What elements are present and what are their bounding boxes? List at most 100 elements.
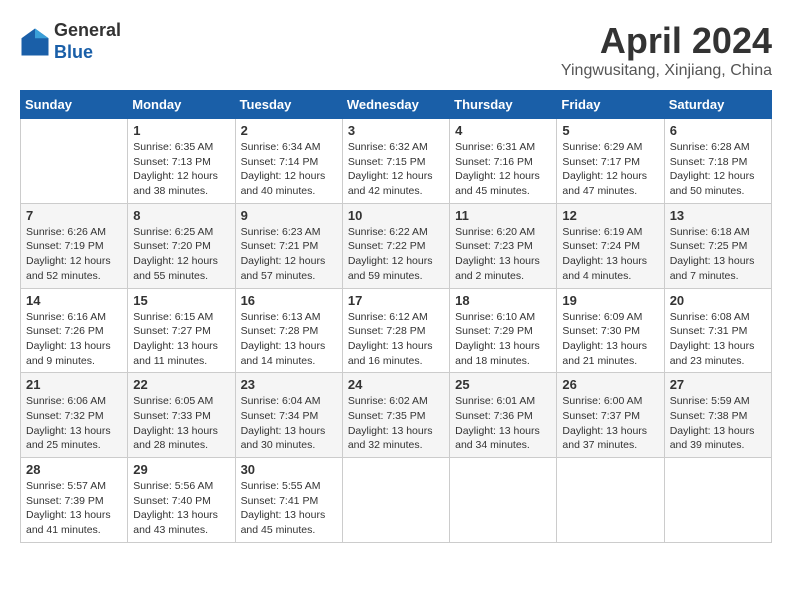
day-number: 13 bbox=[670, 208, 766, 223]
calendar-cell: 25 Sunrise: 6:01 AMSunset: 7:36 PMDayligh… bbox=[450, 373, 557, 458]
day-number: 20 bbox=[670, 293, 766, 308]
day-number: 7 bbox=[26, 208, 122, 223]
calendar-cell: 8 Sunrise: 6:25 AMSunset: 7:20 PMDaylight… bbox=[128, 203, 235, 288]
day-number: 22 bbox=[133, 377, 229, 392]
day-number: 17 bbox=[348, 293, 444, 308]
day-info: Sunrise: 6:31 AMSunset: 7:16 PMDaylight:… bbox=[455, 140, 551, 199]
calendar-cell: 1 Sunrise: 6:35 AMSunset: 7:13 PMDaylight… bbox=[128, 119, 235, 204]
day-number: 25 bbox=[455, 377, 551, 392]
calendar-cell: 3Sunrise: 6:32 AMSunset: 7:15 PMDaylight… bbox=[342, 119, 449, 204]
calendar-cell: 4 Sunrise: 6:31 AMSunset: 7:16 PMDaylight… bbox=[450, 119, 557, 204]
calendar-cell: 10 Sunrise: 6:22 AMSunset: 7:22 PMDayligh… bbox=[342, 203, 449, 288]
calendar-cell bbox=[21, 119, 128, 204]
calendar-cell: 13 Sunrise: 6:18 AMSunset: 7:25 PMDayligh… bbox=[664, 203, 771, 288]
day-number: 12 bbox=[562, 208, 658, 223]
calendar-cell: 28Sunrise: 5:57 AMSunset: 7:39 PMDayligh… bbox=[21, 458, 128, 543]
month-title: April 2024 bbox=[561, 20, 772, 62]
day-info: Sunrise: 6:12 AMSunset: 7:28 PMDaylight:… bbox=[348, 310, 444, 369]
calendar-header-row: SundayMondayTuesdayWednesdayThursdayFrid… bbox=[21, 91, 772, 119]
day-number: 10 bbox=[348, 208, 444, 223]
calendar-week-row: 14Sunrise: 6:16 AMSunset: 7:26 PMDayligh… bbox=[21, 288, 772, 373]
day-info: Sunrise: 6:01 AMSunset: 7:36 PMDaylight:… bbox=[455, 394, 551, 453]
title-section: April 2024 Yingwusitang, Xinjiang, China bbox=[561, 20, 772, 80]
day-info: Sunrise: 6:28 AMSunset: 7:18 PMDaylight:… bbox=[670, 140, 766, 199]
calendar-cell bbox=[557, 458, 664, 543]
calendar-cell: 26 Sunrise: 6:00 AMSunset: 7:37 PMDayligh… bbox=[557, 373, 664, 458]
calendar-cell: 16Sunrise: 6:13 AMSunset: 7:28 PMDayligh… bbox=[235, 288, 342, 373]
calendar-week-row: 7Sunrise: 6:26 AMSunset: 7:19 PMDaylight… bbox=[21, 203, 772, 288]
calendar-cell bbox=[664, 458, 771, 543]
logo: General Blue bbox=[20, 20, 121, 63]
calendar-cell: 9 Sunrise: 6:23 AMSunset: 7:21 PMDaylight… bbox=[235, 203, 342, 288]
calendar-week-row: 21 Sunrise: 6:06 AMSunset: 7:32 PMDayligh… bbox=[21, 373, 772, 458]
calendar-day-header: Saturday bbox=[664, 91, 771, 119]
calendar-cell: 11Sunrise: 6:20 AMSunset: 7:23 PMDayligh… bbox=[450, 203, 557, 288]
day-number: 23 bbox=[241, 377, 337, 392]
page-header: General Blue April 2024 Yingwusitang, Xi… bbox=[20, 20, 772, 80]
day-info: Sunrise: 6:02 AMSunset: 7:35 PMDaylight:… bbox=[348, 394, 444, 453]
day-info: Sunrise: 6:04 AMSunset: 7:34 PMDaylight:… bbox=[241, 394, 337, 453]
day-info: Sunrise: 6:25 AMSunset: 7:20 PMDaylight:… bbox=[133, 225, 229, 284]
calendar-day-header: Monday bbox=[128, 91, 235, 119]
day-info: Sunrise: 5:56 AMSunset: 7:40 PMDaylight:… bbox=[133, 479, 229, 538]
calendar-cell: 18 Sunrise: 6:10 AMSunset: 7:29 PMDayligh… bbox=[450, 288, 557, 373]
day-number: 9 bbox=[241, 208, 337, 223]
day-info: Sunrise: 6:10 AMSunset: 7:29 PMDaylight:… bbox=[455, 310, 551, 369]
calendar-cell: 7Sunrise: 6:26 AMSunset: 7:19 PMDaylight… bbox=[21, 203, 128, 288]
calendar-cell: 15 Sunrise: 6:15 AMSunset: 7:27 PMDayligh… bbox=[128, 288, 235, 373]
calendar-week-row: 28Sunrise: 5:57 AMSunset: 7:39 PMDayligh… bbox=[21, 458, 772, 543]
calendar-table: SundayMondayTuesdayWednesdayThursdayFrid… bbox=[20, 90, 772, 543]
day-number: 24 bbox=[348, 377, 444, 392]
day-number: 6 bbox=[670, 123, 766, 138]
day-info: Sunrise: 6:05 AMSunset: 7:33 PMDaylight:… bbox=[133, 394, 229, 453]
day-info: Sunrise: 6:22 AMSunset: 7:22 PMDaylight:… bbox=[348, 225, 444, 284]
calendar-cell: 2Sunrise: 6:34 AMSunset: 7:14 PMDaylight… bbox=[235, 119, 342, 204]
day-info: Sunrise: 6:23 AMSunset: 7:21 PMDaylight:… bbox=[241, 225, 337, 284]
day-number: 3 bbox=[348, 123, 444, 138]
day-info: Sunrise: 6:19 AMSunset: 7:24 PMDaylight:… bbox=[562, 225, 658, 284]
calendar-cell: 21 Sunrise: 6:06 AMSunset: 7:32 PMDayligh… bbox=[21, 373, 128, 458]
day-info: Sunrise: 5:55 AMSunset: 7:41 PMDaylight:… bbox=[241, 479, 337, 538]
calendar-day-header: Tuesday bbox=[235, 91, 342, 119]
calendar-cell: 23 Sunrise: 6:04 AMSunset: 7:34 PMDayligh… bbox=[235, 373, 342, 458]
calendar-cell: 19Sunrise: 6:09 AMSunset: 7:30 PMDayligh… bbox=[557, 288, 664, 373]
day-info: Sunrise: 6:29 AMSunset: 7:17 PMDaylight:… bbox=[562, 140, 658, 199]
day-number: 4 bbox=[455, 123, 551, 138]
day-number: 21 bbox=[26, 377, 122, 392]
day-info: Sunrise: 6:20 AMSunset: 7:23 PMDaylight:… bbox=[455, 225, 551, 284]
calendar-cell bbox=[342, 458, 449, 543]
day-number: 8 bbox=[133, 208, 229, 223]
calendar-cell: 17 Sunrise: 6:12 AMSunset: 7:28 PMDayligh… bbox=[342, 288, 449, 373]
day-info: Sunrise: 6:18 AMSunset: 7:25 PMDaylight:… bbox=[670, 225, 766, 284]
day-info: Sunrise: 6:34 AMSunset: 7:14 PMDaylight:… bbox=[241, 140, 337, 199]
day-number: 27 bbox=[670, 377, 766, 392]
day-number: 26 bbox=[562, 377, 658, 392]
day-info: Sunrise: 6:15 AMSunset: 7:27 PMDaylight:… bbox=[133, 310, 229, 369]
day-number: 1 bbox=[133, 123, 229, 138]
calendar-day-header: Wednesday bbox=[342, 91, 449, 119]
logo-icon bbox=[20, 27, 50, 57]
day-info: Sunrise: 6:08 AMSunset: 7:31 PMDaylight:… bbox=[670, 310, 766, 369]
logo-text: General Blue bbox=[54, 20, 121, 63]
calendar-cell: 14Sunrise: 6:16 AMSunset: 7:26 PMDayligh… bbox=[21, 288, 128, 373]
day-info: Sunrise: 6:06 AMSunset: 7:32 PMDaylight:… bbox=[26, 394, 122, 453]
calendar-cell: 12 Sunrise: 6:19 AMSunset: 7:24 PMDayligh… bbox=[557, 203, 664, 288]
day-info: Sunrise: 6:16 AMSunset: 7:26 PMDaylight:… bbox=[26, 310, 122, 369]
calendar-cell: 30Sunrise: 5:55 AMSunset: 7:41 PMDayligh… bbox=[235, 458, 342, 543]
day-info: Sunrise: 6:09 AMSunset: 7:30 PMDaylight:… bbox=[562, 310, 658, 369]
day-number: 29 bbox=[133, 462, 229, 477]
day-info: Sunrise: 5:57 AMSunset: 7:39 PMDaylight:… bbox=[26, 479, 122, 538]
day-info: Sunrise: 6:35 AMSunset: 7:13 PMDaylight:… bbox=[133, 140, 229, 199]
calendar-cell: 22 Sunrise: 6:05 AMSunset: 7:33 PMDayligh… bbox=[128, 373, 235, 458]
day-info: Sunrise: 6:00 AMSunset: 7:37 PMDaylight:… bbox=[562, 394, 658, 453]
calendar-day-header: Sunday bbox=[21, 91, 128, 119]
location: Yingwusitang, Xinjiang, China bbox=[561, 62, 772, 80]
calendar-day-header: Friday bbox=[557, 91, 664, 119]
day-number: 15 bbox=[133, 293, 229, 308]
day-number: 16 bbox=[241, 293, 337, 308]
calendar-cell: 29 Sunrise: 5:56 AMSunset: 7:40 PMDayligh… bbox=[128, 458, 235, 543]
day-number: 18 bbox=[455, 293, 551, 308]
calendar-cell: 27 Sunrise: 5:59 AMSunset: 7:38 PMDayligh… bbox=[664, 373, 771, 458]
day-info: Sunrise: 5:59 AMSunset: 7:38 PMDaylight:… bbox=[670, 394, 766, 453]
calendar-day-header: Thursday bbox=[450, 91, 557, 119]
